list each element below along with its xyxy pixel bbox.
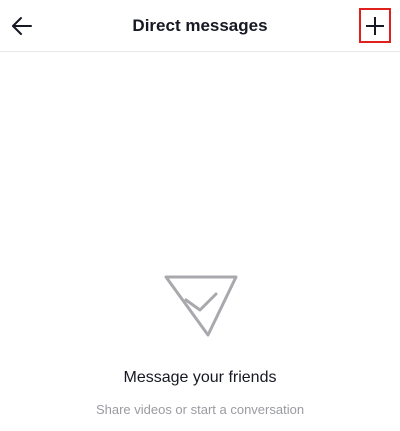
- empty-state-title: Message your friends: [123, 369, 277, 386]
- top-bar: Direct messages: [0, 0, 400, 52]
- new-message-button[interactable]: [359, 8, 391, 43]
- empty-state-subtitle: Share videos or start a conversation: [95, 402, 305, 417]
- page-title: Direct messages: [132, 16, 268, 35]
- paper-plane-icon: [164, 275, 238, 337]
- direct-messages-screen: Direct messages Message your friends Sha…: [0, 0, 400, 431]
- plus-icon: [366, 16, 384, 35]
